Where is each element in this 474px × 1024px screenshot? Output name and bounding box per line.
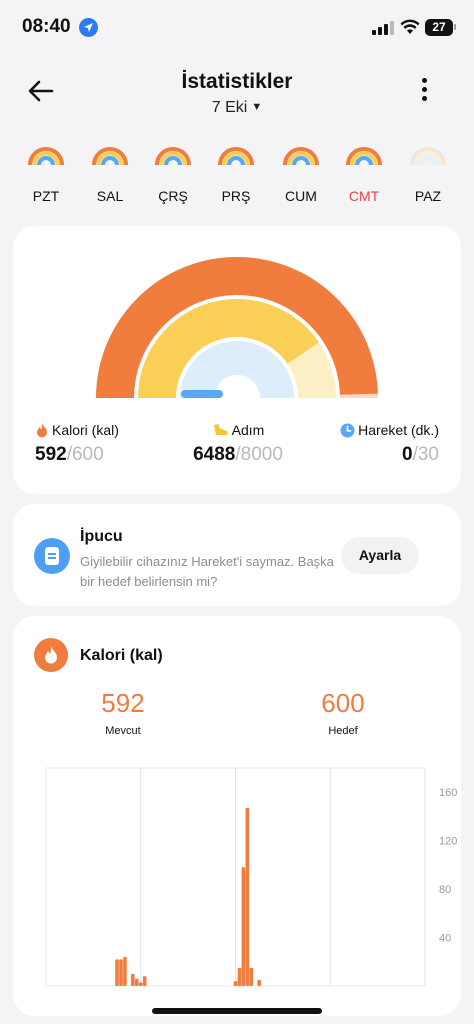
- shoe-icon: [213, 424, 228, 435]
- calories-label: Kalori (kal): [52, 422, 119, 438]
- calories-card-title: Kalori (kal): [80, 647, 163, 664]
- movement-ring-start-cap: [181, 390, 223, 398]
- calorie-bar: [249, 967, 254, 986]
- y-tick-label: 80: [439, 884, 451, 896]
- calorie-bar: [119, 959, 123, 986]
- day-tab-6[interactable]: PAZ: [400, 145, 456, 204]
- calorie-bar: [138, 982, 143, 986]
- date-label: 7 Eki: [211, 99, 248, 116]
- steps-label: Adım: [231, 422, 265, 438]
- current-calories-stat: 592 Mevcut: [63, 688, 183, 737]
- wifi-icon: [400, 19, 420, 40]
- status-time: 08:40: [22, 16, 71, 37]
- calorie-bar: [257, 979, 261, 986]
- goal-calories-stat: 600 Hedef: [283, 688, 403, 737]
- calorie-bar: [241, 867, 246, 986]
- day-label: PZT: [32, 188, 60, 204]
- calories-metric: Kalori (kal) 592/600: [35, 422, 119, 466]
- document-icon: [34, 538, 70, 574]
- clock-icon: [340, 423, 355, 437]
- day-rings-icon: [218, 147, 254, 166]
- status-bar: 08:40 27: [0, 0, 474, 56]
- goal-calories-value: 600: [321, 688, 365, 718]
- page-title: İstatistikler: [181, 70, 293, 93]
- more-options-icon[interactable]: [414, 78, 434, 108]
- home-indicator: [152, 1008, 322, 1014]
- day-tab-5[interactable]: CMT: [336, 145, 392, 204]
- calorie-bar: [131, 973, 135, 986]
- calorie-bar: [115, 959, 119, 986]
- gauge-baseline-mask: [13, 398, 461, 416]
- date-selector[interactable]: 7 Eki ▼: [0, 99, 474, 117]
- day-label: CUM: [285, 188, 317, 204]
- flame-icon: [34, 638, 68, 672]
- flame-icon: [37, 423, 47, 438]
- location-arrow-icon: [79, 18, 98, 37]
- current-calories-value: 592: [101, 688, 145, 718]
- tip-title: İpucu: [80, 528, 123, 545]
- day-rings-icon: [155, 147, 191, 166]
- battery-indicator: 27: [425, 19, 456, 36]
- day-rings-icon: [92, 147, 128, 166]
- hourly-calories-chart: 40 80 120 160: [45, 767, 457, 987]
- calorie-bar: [245, 807, 250, 986]
- day-tab-0[interactable]: PZT: [18, 145, 74, 204]
- day-label: PRŞ: [221, 188, 251, 204]
- steps-value: 6488: [193, 444, 236, 465]
- week-day-selector: PZT SAL ÇRŞ PRŞ CUM CMT PAZ: [0, 145, 474, 210]
- movement-label: Hareket (dk.): [358, 422, 439, 438]
- calorie-bar: [237, 967, 242, 986]
- cellular-signal-icon: [372, 21, 394, 35]
- day-tab-1[interactable]: SAL: [82, 145, 138, 204]
- day-tab-3[interactable]: PRŞ: [208, 145, 264, 204]
- y-tick-label: 40: [439, 933, 451, 945]
- calories-value: 592: [35, 444, 67, 465]
- day-tab-4[interactable]: CUM: [273, 145, 329, 204]
- day-rings-icon: [410, 147, 446, 166]
- activity-rings-gauge: [13, 257, 461, 416]
- y-tick-label: 160: [439, 787, 457, 799]
- day-label: PAZ: [414, 188, 442, 204]
- steps-goal: /8000: [235, 444, 283, 465]
- movement-value: 0: [402, 444, 413, 465]
- calorie-bar: [123, 956, 127, 986]
- day-rings-icon: [346, 147, 382, 166]
- calorie-bar: [135, 978, 139, 986]
- movement-metric: Hareket (dk.) 0/30: [340, 422, 439, 466]
- goal-calories-label: Hedef: [328, 725, 358, 737]
- caret-down-icon: ▼: [251, 101, 263, 113]
- day-rings-icon: [28, 147, 64, 166]
- header: İstatistikler 7 Eki ▼: [0, 60, 474, 130]
- steps-metric: Adım 6488/8000: [183, 422, 293, 466]
- calorie-bar: [233, 981, 238, 986]
- calorie-bar: [142, 976, 147, 986]
- calories-card: Kalori (kal) 592 Mevcut 600 Hedef 40 80 12…: [13, 616, 461, 1016]
- activity-summary-card: Kalori (kal) 592/600 Adım 6488/8000 Hare…: [13, 226, 461, 494]
- current-calories-label: Mevcut: [105, 725, 141, 737]
- day-rings-icon: [283, 147, 319, 166]
- day-label: SAL: [96, 188, 124, 204]
- tip-text: Giyilebilir cihazınız Hareket'i saymaz. …: [80, 554, 334, 589]
- day-label: CMT: [348, 188, 380, 204]
- calories-goal: /600: [66, 444, 104, 465]
- y-tick-label: 120: [439, 836, 457, 848]
- tip-card: İpucu Giyilebilir cihazınız Hareket'i sa…: [13, 504, 461, 606]
- day-tab-2[interactable]: ÇRŞ: [145, 145, 201, 204]
- day-label: ÇRŞ: [158, 188, 188, 204]
- movement-goal: /30: [412, 444, 439, 465]
- set-goal-button[interactable]: Ayarla: [341, 537, 419, 574]
